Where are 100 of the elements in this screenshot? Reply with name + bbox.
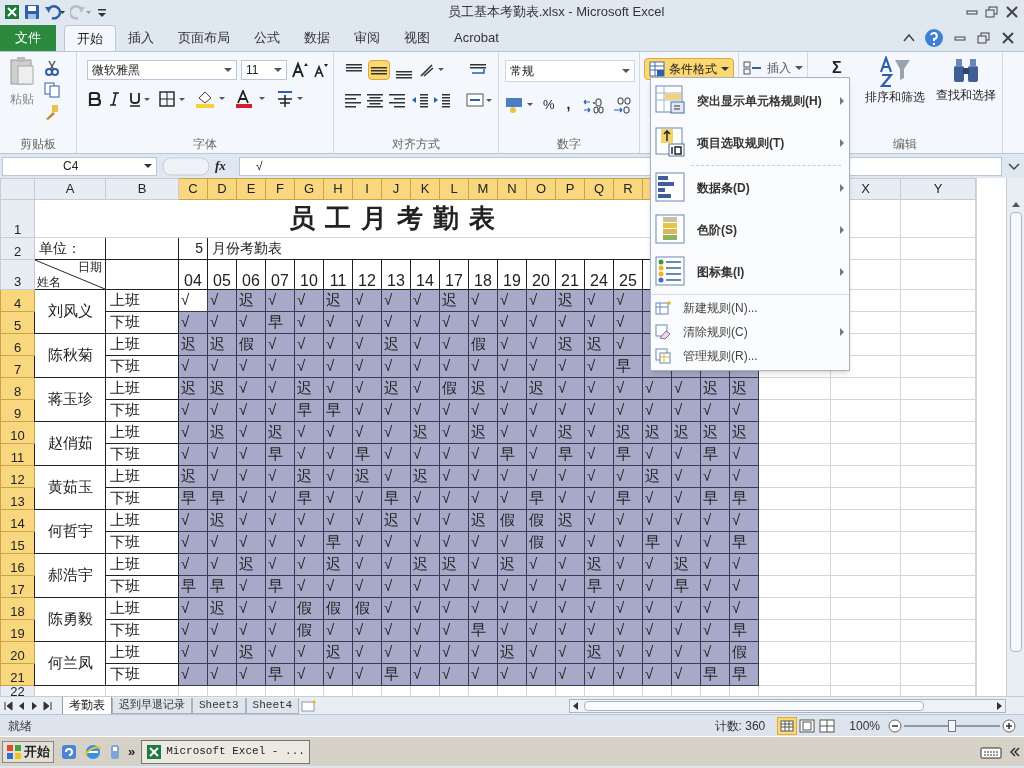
sheet-tab[interactable]: Sheet3	[192, 697, 246, 714]
normal-view-button[interactable]	[777, 716, 798, 735]
column-header[interactable]: N	[497, 178, 527, 199]
scroll-up-icon[interactable]	[1010, 200, 1021, 208]
row-header[interactable]: 6	[0, 333, 35, 355]
autosum-button[interactable]: Σ	[832, 60, 856, 76]
bold-icon[interactable]	[87, 91, 101, 107]
font-size-field[interactable]: 11	[241, 60, 287, 80]
align-left-icon[interactable]	[344, 92, 362, 108]
row-header[interactable]: 4	[0, 289, 35, 311]
column-header[interactable]: D	[207, 178, 237, 199]
insert-function-button[interactable]: fx	[215, 156, 235, 176]
column-header[interactable]: G	[294, 178, 324, 199]
row-header[interactable]: 13	[0, 487, 35, 509]
number-format-field[interactable]: 常规	[505, 60, 635, 82]
row-header[interactable]: 19	[0, 619, 35, 641]
scrollbar-thumb[interactable]	[584, 700, 925, 711]
column-header[interactable]: L	[439, 178, 469, 199]
column-header[interactable]: E	[236, 178, 266, 199]
row-header[interactable]: 9	[0, 399, 35, 421]
row-header[interactable]: 10	[0, 421, 35, 443]
restore-icon[interactable]	[984, 5, 1000, 19]
horizontal-scrollbar[interactable]	[569, 698, 1006, 713]
column-header[interactable]: Q	[584, 178, 614, 199]
name-box[interactable]: C4	[2, 156, 157, 176]
next-sheet-icon[interactable]	[30, 700, 39, 711]
find-select-button[interactable]: 查找和选择	[934, 56, 998, 135]
formula-bar-handle-icon[interactable]	[161, 156, 211, 176]
percent-style-button[interactable]: %	[543, 94, 555, 115]
grow-font-icon[interactable]	[291, 61, 309, 79]
ribbon-tab[interactable]: 文件	[0, 25, 56, 51]
device-icon[interactable]	[108, 742, 122, 761]
ribbon-tab[interactable]: 数据	[292, 25, 342, 51]
sheet-tab[interactable]: Sheet4	[245, 697, 300, 714]
row-header[interactable]: 18	[0, 597, 35, 619]
row-header[interactable]: 2	[0, 237, 35, 259]
row-header[interactable]: 17	[0, 575, 35, 597]
comma-style-button[interactable]: ,	[562, 94, 575, 115]
format-painter-icon[interactable]	[44, 104, 60, 120]
last-sheet-icon[interactable]	[43, 700, 52, 711]
phonetic-guide-icon[interactable]	[275, 90, 305, 108]
decrease-indent-icon[interactable]	[410, 92, 428, 108]
save-icon[interactable]	[24, 4, 40, 20]
page-break-icon[interactable]	[817, 718, 838, 733]
row-header[interactable]: 14	[0, 509, 35, 531]
desktop-shortcut-icon[interactable]	[60, 742, 78, 761]
help-icon[interactable]	[924, 28, 944, 48]
shrink-font-icon[interactable]	[313, 61, 329, 79]
align-middle-button[interactable]	[368, 60, 390, 80]
keyboard-icon[interactable]	[980, 744, 1002, 759]
accounting-format-icon[interactable]	[505, 95, 535, 114]
fill-color-icon[interactable]	[195, 90, 227, 108]
scroll-right-icon[interactable]	[995, 700, 1003, 711]
column-header[interactable]: O	[526, 178, 556, 199]
scrollbar-thumb[interactable]	[1009, 212, 1022, 652]
column-header[interactable]: M	[468, 178, 498, 199]
page-layout-icon[interactable]	[797, 718, 818, 733]
ribbon-tab[interactable]: 公式	[242, 25, 292, 51]
ribbon-tab[interactable]: Acrobat	[442, 25, 511, 51]
column-header[interactable]: Y	[900, 178, 976, 199]
zoom-in-icon[interactable]	[1002, 718, 1016, 733]
row-header[interactable]: 3	[0, 259, 35, 289]
column-header[interactable]: C	[178, 178, 208, 199]
restore-icon[interactable]	[976, 31, 992, 45]
row-header[interactable]: 8	[0, 377, 35, 399]
browser-icon[interactable]	[84, 742, 102, 761]
merge-center-icon[interactable]	[466, 92, 494, 108]
ribbon-tab[interactable]: 开始	[64, 25, 116, 51]
conditional-formatting-button[interactable]: 条件格式	[644, 58, 734, 80]
row-header[interactable]: 11	[0, 443, 35, 465]
row-header[interactable]: 21	[0, 663, 35, 685]
scroll-left-icon[interactable]	[572, 700, 581, 711]
ribbon-tab[interactable]: 插入	[116, 25, 166, 51]
column-header[interactable]: K	[410, 178, 440, 199]
more-shortcuts-button[interactable]: »	[128, 741, 136, 762]
menu-item[interactable]: 突出显示单元格规则(H)	[651, 80, 849, 122]
zoom-out-icon[interactable]	[888, 718, 902, 733]
menu-item[interactable]: 清除规则(C)	[651, 320, 849, 344]
font-name-field[interactable]: 微软雅黑	[87, 60, 237, 80]
underline-icon[interactable]	[129, 91, 151, 107]
row-header[interactable]: 1	[0, 199, 35, 237]
column-header[interactable]: H	[323, 178, 353, 199]
menu-item[interactable]: 管理规则(R)...	[651, 344, 849, 368]
excel-logo-icon[interactable]	[4, 4, 20, 20]
insert-cells-button[interactable]: 插入	[743, 56, 803, 78]
close-icon[interactable]	[1000, 31, 1016, 45]
cut-icon[interactable]	[44, 60, 60, 76]
borders-icon[interactable]	[159, 91, 187, 107]
column-header[interactable]: B	[105, 178, 179, 199]
ribbon-tab[interactable]: 视图	[392, 25, 442, 51]
paste-button[interactable]: 粘贴	[4, 56, 40, 135]
row-header[interactable]: 16	[0, 553, 35, 575]
start-button[interactable]: 开始	[2, 740, 54, 763]
align-right-icon[interactable]	[388, 92, 406, 108]
zoom-slider-thumb[interactable]	[948, 719, 956, 732]
column-header[interactable]: A	[34, 178, 106, 199]
column-header[interactable]: P	[555, 178, 585, 199]
vertical-scrollbar[interactable]	[1006, 178, 1024, 696]
copy-icon[interactable]	[44, 82, 60, 98]
zoom-slider[interactable]	[904, 718, 1000, 733]
